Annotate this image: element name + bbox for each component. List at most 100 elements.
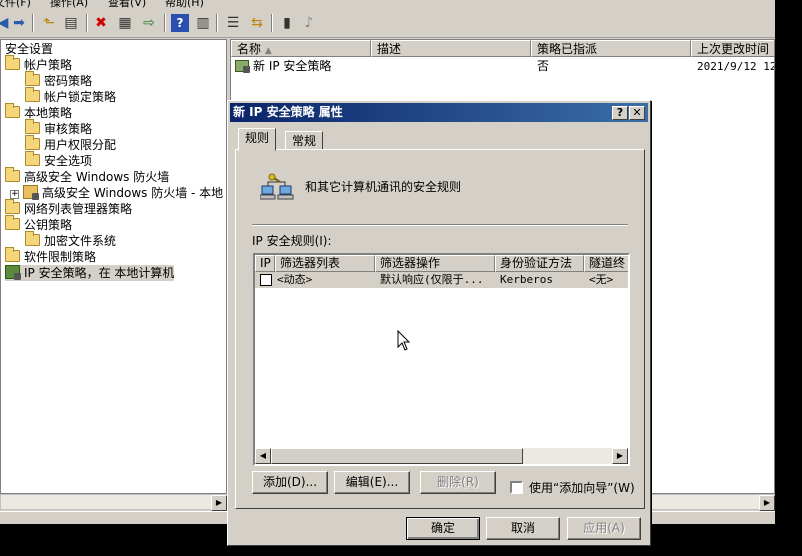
tree-item-user-rights[interactable]: 用户权限分配 bbox=[25, 135, 116, 153]
folder-icon bbox=[5, 167, 20, 182]
rules-description: 和其它计算机通讯的安全规则 bbox=[305, 180, 462, 194]
close-icon[interactable]: ✕ bbox=[629, 106, 645, 120]
rules-column-filter-list[interactable]: 筛选器列表 bbox=[275, 255, 375, 272]
scroll-right-icon[interactable]: ▶ bbox=[612, 448, 628, 464]
properties-dialog: 新 IP 安全策略 属性 ? ✕ 规则 常规 和其它计算机通讯的安全规则 IP … bbox=[227, 100, 651, 546]
assigned-value: 否 bbox=[537, 59, 550, 73]
toolbar-separator bbox=[86, 14, 88, 32]
export-list-icon[interactable]: ⇨ bbox=[140, 14, 158, 32]
menu-file[interactable]: 文件(F) bbox=[0, 0, 31, 9]
tree-item-local-policies[interactable]: 本地策略 bbox=[5, 103, 72, 121]
tree-item-firewall-local[interactable]: + 高级安全 Windows 防火墙 - 本地 bbox=[10, 185, 223, 201]
console-tree: 安全设置 帐户策略 密码策略 帐户锁定策略 本地策略 审核策略 用户权限分配 安… bbox=[0, 39, 227, 494]
column-header-name[interactable]: 名称 ▲ bbox=[231, 40, 371, 57]
folder-icon bbox=[5, 247, 20, 262]
scroll-thumb[interactable] bbox=[271, 448, 523, 464]
help-button[interactable]: ? bbox=[612, 106, 628, 120]
folder-icon bbox=[25, 135, 40, 150]
mouse-cursor-icon bbox=[397, 330, 411, 351]
folder-icon bbox=[5, 215, 20, 230]
list-item[interactable]: 新 IP 安全策略 bbox=[235, 58, 331, 75]
expand-icon[interactable]: + bbox=[10, 190, 19, 199]
toolbar-separator bbox=[32, 14, 34, 32]
folder-icon bbox=[25, 71, 40, 86]
rule-auth-method: Kerberos bbox=[500, 273, 553, 286]
wizard-checkbox[interactable] bbox=[510, 481, 523, 494]
rules-label: IP 安全规则(I): bbox=[252, 234, 332, 248]
folder-icon bbox=[25, 151, 40, 166]
wizard-label: 使用“添加向导”(W) bbox=[529, 481, 635, 495]
tree-item-security-options[interactable]: 安全选项 bbox=[25, 151, 92, 169]
assign-icon[interactable]: ▮ bbox=[278, 14, 296, 32]
folder-icon bbox=[25, 119, 40, 134]
tab-panel-rules: 和其它计算机通讯的安全规则 IP 安全规则(I): IP 筛选器列表 筛选器操作… bbox=[235, 149, 645, 509]
add-policy-icon[interactable]: ⇆ bbox=[248, 14, 266, 32]
dialog-titlebar[interactable]: 新 IP 安全策略 属性 ? ✕ bbox=[230, 103, 648, 122]
rules-column-ip[interactable]: IP bbox=[255, 255, 275, 272]
rules-column-filter-action[interactable]: 筛选器操作 bbox=[375, 255, 495, 272]
help-icon[interactable]: ? bbox=[171, 14, 189, 32]
manage-filters-icon[interactable]: ☰ bbox=[224, 14, 242, 32]
scroll-left-icon[interactable]: ◀ bbox=[255, 448, 271, 464]
up-level-icon[interactable]: ⬑ bbox=[40, 14, 58, 32]
cancel-button[interactable]: 取消 bbox=[486, 517, 560, 540]
menu-help[interactable]: 帮助(H) bbox=[165, 0, 204, 9]
add-button[interactable]: 添加(D)... bbox=[252, 471, 328, 494]
tree-horizontal-scrollbar[interactable]: ▶ bbox=[0, 494, 227, 511]
folder-icon bbox=[25, 87, 40, 102]
scroll-right-icon[interactable]: ▶ bbox=[211, 495, 227, 511]
scroll-right-icon[interactable]: ▶ bbox=[759, 495, 775, 511]
ok-button[interactable]: 确定 bbox=[406, 517, 480, 540]
column-header-description[interactable]: 描述 bbox=[371, 40, 531, 57]
tree-item-audit-policy[interactable]: 审核策略 bbox=[25, 119, 92, 137]
toolbar: ◀ ➡ ⬑ ▤ ✖ ▦ ⇨ ? ▥ ☰ ⇆ ▮ ♪ bbox=[0, 9, 775, 38]
rules-horizontal-scrollbar[interactable]: ◀ ▶ bbox=[255, 448, 628, 464]
policy-icon bbox=[235, 60, 250, 73]
tree-item-software-restriction[interactable]: 软件限制策略 bbox=[5, 247, 96, 265]
unassign-icon[interactable]: ♪ bbox=[300, 14, 318, 32]
rule-filter-action: 默认响应(仅限于... bbox=[380, 273, 484, 286]
column-header-modified[interactable]: 上次更改时间 bbox=[691, 40, 774, 57]
rules-list[interactable]: IP 筛选器列表 筛选器操作 身份验证方法 隧道终 <动态> 默认响应(仅限于.… bbox=[253, 253, 630, 466]
tree-item-efs[interactable]: 加密文件系统 bbox=[25, 231, 116, 249]
column-header-assigned[interactable]: 策略已指派 bbox=[531, 40, 691, 57]
edit-button[interactable]: 编辑(E)... bbox=[334, 471, 410, 494]
toolbar-separator bbox=[216, 14, 218, 32]
folder-icon bbox=[5, 55, 20, 70]
sort-up-icon: ▲ bbox=[264, 46, 272, 56]
menu-action[interactable]: 操作(A) bbox=[50, 0, 88, 9]
delete-button[interactable]: 删除(R) bbox=[420, 471, 496, 494]
rule-tunnel: <无> bbox=[589, 273, 614, 286]
tree-item-account-policies[interactable]: 帐户策略 bbox=[5, 55, 72, 73]
firewall-icon bbox=[23, 185, 39, 200]
tree-item-ipsec[interactable]: IP 安全策略，在 本地计算机 bbox=[5, 265, 175, 281]
menu-bar: 文件(F) 操作(A) 查看(V) 帮助(H) bbox=[0, 0, 775, 9]
folder-icon bbox=[5, 199, 20, 214]
delete-icon[interactable]: ✖ bbox=[92, 14, 110, 32]
show-hide-tree-icon[interactable]: ▤ bbox=[62, 14, 80, 32]
forward-icon[interactable]: ➡ bbox=[10, 14, 28, 32]
menu-view[interactable]: 查看(V) bbox=[108, 0, 146, 9]
apply-button[interactable]: 应用(A) bbox=[567, 517, 641, 540]
toolbar-separator bbox=[164, 14, 166, 32]
tree-item-lockout-policy[interactable]: 帐户锁定策略 bbox=[25, 87, 116, 105]
tree-item-firewall[interactable]: 高级安全 Windows 防火墙 bbox=[5, 167, 169, 185]
folder-icon bbox=[25, 231, 40, 246]
tree-item-public-key[interactable]: 公钥策略 bbox=[5, 215, 72, 233]
divider bbox=[252, 224, 628, 226]
rule-checkbox[interactable] bbox=[260, 274, 272, 286]
rules-column-auth[interactable]: 身份验证方法 bbox=[495, 255, 584, 272]
tree-item-password-policy[interactable]: 密码策略 bbox=[25, 71, 92, 89]
properties-icon[interactable]: ▦ bbox=[116, 14, 134, 32]
tree-item-network-list[interactable]: 网络列表管理器策略 bbox=[5, 199, 132, 217]
network-computers-icon bbox=[260, 173, 294, 200]
toolbar-separator bbox=[271, 14, 273, 32]
action-pane-icon[interactable]: ▥ bbox=[194, 14, 212, 32]
folder-icon bbox=[5, 103, 20, 118]
tab-general[interactable]: 常规 bbox=[285, 131, 324, 151]
dialog-title: 新 IP 安全策略 属性 bbox=[233, 105, 343, 119]
ipsec-icon bbox=[5, 265, 21, 280]
rules-column-tunnel[interactable]: 隧道终 bbox=[584, 255, 628, 272]
modified-value: 2021/9/12 12: bbox=[697, 60, 775, 73]
tab-rules[interactable]: 规则 bbox=[238, 128, 277, 151]
